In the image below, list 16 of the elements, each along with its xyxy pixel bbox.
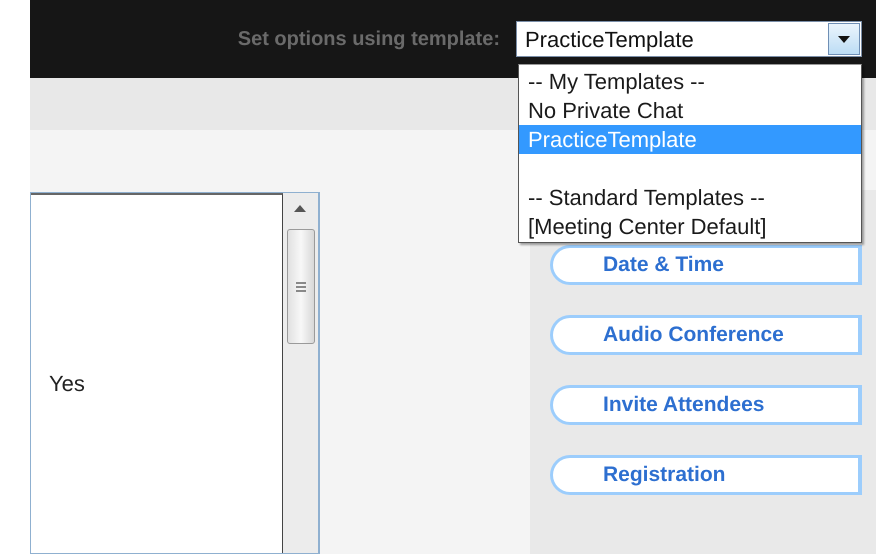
side-tab[interactable]: Invite Attendees (550, 385, 862, 425)
grip-icon (295, 280, 308, 292)
scroll-up-icon[interactable] (294, 205, 306, 212)
side-tab[interactable]: Registration (550, 455, 862, 495)
group-header: -- My Templates -- (527, 68, 706, 96)
group-header: -- Standard Templates -- (527, 184, 766, 212)
dropdown-option[interactable]: No Private Chat (519, 96, 861, 125)
list-box[interactable]: Yes (30, 192, 320, 554)
scrollbar[interactable] (283, 193, 318, 553)
template-select[interactable]: PracticeTemplate (516, 21, 862, 57)
list-item[interactable]: Yes (49, 367, 85, 400)
template-label: Set options using template: (238, 27, 500, 52)
scrollbar-thumb[interactable] (287, 229, 316, 344)
side-tab[interactable]: Audio Conference (550, 315, 862, 355)
side-tab[interactable]: Date & Time (550, 245, 862, 285)
dropdown-option[interactable]: [Meeting Center Default] (519, 212, 861, 241)
